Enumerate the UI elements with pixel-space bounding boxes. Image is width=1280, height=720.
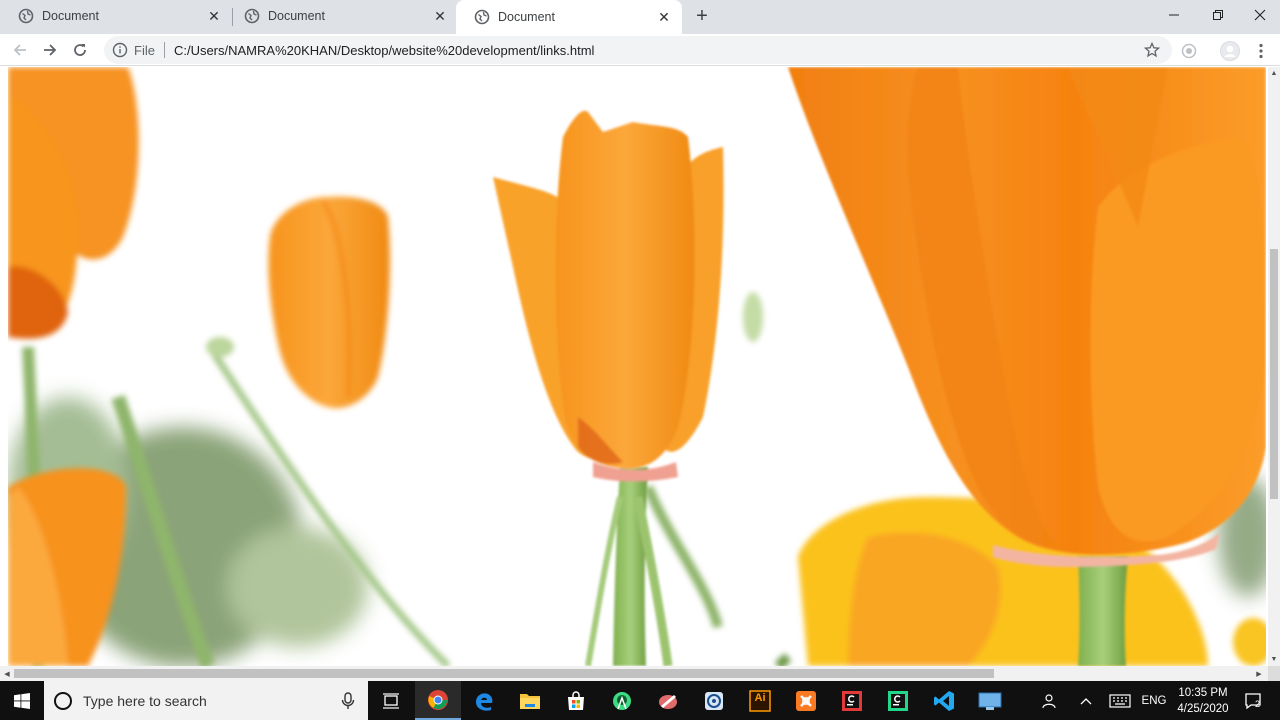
scroll-left-arrow-icon[interactable]: ◀ [0,666,14,681]
horizontal-scroll-thumb[interactable] [14,669,994,678]
omnibox-divider [163,42,165,58]
minimize-button[interactable] [1152,0,1196,30]
taskbar-chrome[interactable] [415,681,461,720]
clion-icon [842,690,862,711]
close-tab-icon[interactable]: ✕ [656,9,672,25]
horizontal-scrollbar[interactable]: ◀ ▶ [0,666,1268,681]
tray-keyboard[interactable] [1106,681,1134,720]
browser-tab[interactable]: Document ✕ [0,0,232,32]
store-icon [568,690,584,710]
start-button[interactable] [0,681,44,720]
illustrator-label: Ai [754,692,766,704]
arrow-right-icon [44,44,57,56]
tray-language[interactable]: ENG [1138,681,1170,720]
close-tab-icon[interactable]: ✕ [432,8,448,24]
url-text[interactable]: C:/Users/NAMRA%20KHAN/Desktop/website%20… [174,43,595,58]
monitor-app-icon [978,692,1002,710]
taskbar-edge[interactable] [461,681,507,720]
new-tab-button[interactable]: + [692,5,712,27]
android-studio-icon [613,691,631,710]
globe-icon [244,8,260,24]
menu-button[interactable] [1251,41,1271,61]
scheme-label: File [134,42,155,58]
bookmark-star-icon[interactable] [1144,42,1160,58]
windows-taskbar: Type here to search Ai ENG 10:35 PM 4/25… [0,681,1280,720]
taskbar-xampp[interactable] [783,681,829,720]
browser-tab-active[interactable]: Document ✕ [456,0,682,34]
restore-button[interactable] [1196,0,1240,30]
xampp-icon [796,690,816,711]
tray-clock[interactable]: 10:35 PM 4/25/2020 [1168,685,1238,717]
cortana-icon [54,691,72,710]
keyboard-icon [1109,693,1131,708]
minimize-icon [1169,14,1179,16]
scroll-right-arrow-icon[interactable]: ▶ [1252,666,1266,681]
taskbar-android-studio[interactable] [599,681,645,720]
chrome-icon [428,689,448,710]
pen-app-icon [659,694,677,709]
task-view-icon [383,692,399,709]
forward-button[interactable] [38,38,62,62]
close-tab-icon[interactable]: ✕ [206,8,222,24]
vertical-scroll-thumb[interactable] [1270,249,1278,499]
tab-title: Document [268,9,325,23]
action-center-button[interactable]: 2 [1238,681,1268,720]
scroll-down-arrow-icon[interactable]: ▼ [1268,653,1280,665]
search-placeholder: Type here to search [83,692,207,709]
taskbar-pen-app[interactable] [645,681,691,720]
task-view-button[interactable] [368,681,414,720]
scrollbar-corner [1268,666,1280,681]
microphone-icon[interactable] [340,692,356,710]
browser-tab[interactable]: Document ✕ [226,0,458,32]
taskbar-monitor-app[interactable] [967,681,1013,720]
clock-date: 4/25/2020 [1177,703,1229,715]
reload-button[interactable] [68,38,92,62]
kebab-menu-icon [1259,43,1263,59]
taskbar-illustrator[interactable]: Ai [737,681,783,720]
clock-time: 10:35 PM [1178,687,1228,699]
page-viewport [0,67,1268,666]
extension-record-icon [1181,43,1197,59]
browser-toolbar: File C:/Users/NAMRA%20KHAN/Desktop/websi… [0,34,1280,66]
notification-count: 2 [1255,699,1261,709]
taskbar-store[interactable] [553,681,599,720]
windows-logo-icon [14,692,30,709]
arrow-left-icon [13,44,26,56]
people-icon [1042,693,1056,708]
extension-button[interactable] [1179,41,1199,61]
tab-title: Document [42,9,99,23]
taskbar-clion[interactable] [829,681,875,720]
restore-icon [1213,10,1223,20]
profile-button[interactable] [1220,41,1240,61]
back-button[interactable] [8,38,32,62]
tray-overflow[interactable] [1074,681,1098,720]
vscode-icon [934,690,954,711]
chevron-up-icon [1080,697,1092,704]
taskbar-search[interactable]: Type here to search [44,681,368,720]
info-icon[interactable] [112,42,128,58]
tab-strip: Document ✕ Document ✕ Document ✕ + [0,0,1280,34]
edge-icon [476,692,493,711]
taskbar-file-explorer[interactable] [507,681,553,720]
close-window-button[interactable] [1238,0,1280,30]
file-explorer-icon [520,693,540,709]
reload-icon [74,44,86,56]
globe-icon [18,8,34,24]
taskbar-code-app[interactable] [691,681,737,720]
taskbar-vscode[interactable] [921,681,967,720]
globe-icon [474,9,490,25]
taskbar-pycharm[interactable] [875,681,921,720]
avatar-icon [1220,41,1240,61]
orange-tulips-photo [8,67,1266,666]
close-icon [1254,9,1266,21]
vertical-scrollbar[interactable]: ▲ ▼ [1268,67,1280,666]
tab-title: Document [498,10,555,24]
pycharm-icon [888,690,908,711]
tray-people[interactable] [1036,681,1060,720]
address-bar[interactable]: File C:/Users/NAMRA%20KHAN/Desktop/websi… [104,36,1172,64]
code-app-icon [705,691,723,710]
scroll-up-arrow-icon[interactable]: ▲ [1268,67,1280,79]
